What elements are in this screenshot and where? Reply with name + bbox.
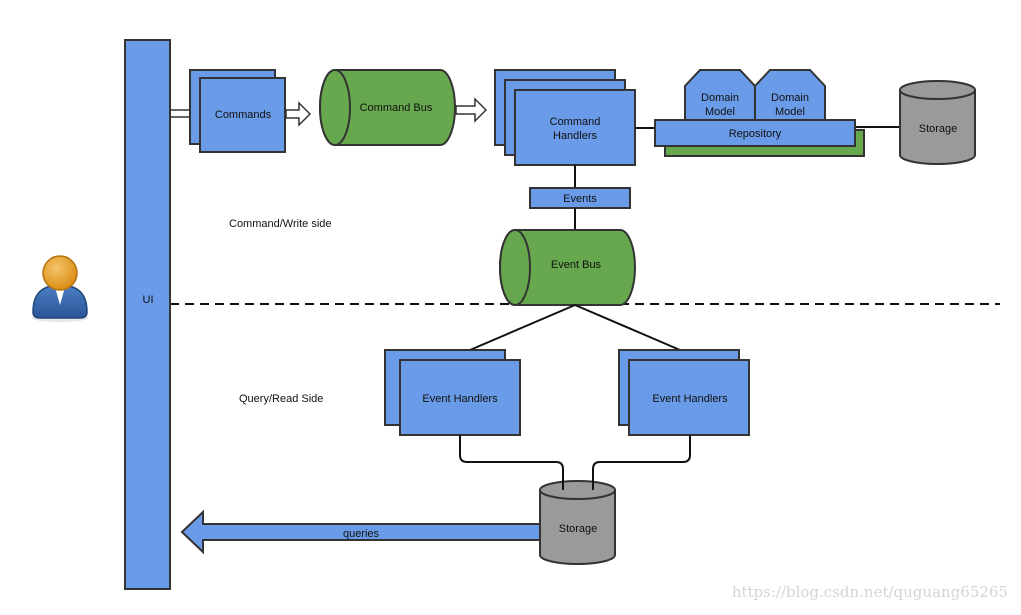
- ui-column: UI: [124, 39, 171, 590]
- event-bus: Event Bus: [499, 229, 636, 306]
- events-box: Events: [529, 187, 631, 209]
- command-bus: Command Bus: [319, 69, 456, 146]
- command-handlers-box: Command Handlers: [494, 69, 636, 166]
- watermark-text: https://blog.csdn.net/quguang65265: [732, 583, 1008, 601]
- event-handlers-2-label: Event Handlers: [652, 393, 728, 405]
- commands-box: Commands: [189, 69, 286, 153]
- read-storage-label: Storage: [559, 523, 598, 535]
- cqrs-diagram: UI Command/Write side Query/Read Side Co…: [32, 39, 1008, 601]
- queries-arrow: queries: [180, 509, 541, 555]
- commands-label: Commands: [215, 109, 272, 121]
- domain-model-1: Domain Model: [684, 69, 756, 121]
- event-handlers-1-label: Event Handlers: [422, 393, 498, 405]
- domain-model-2-line2: Model: [775, 106, 805, 118]
- events-label: Events: [563, 193, 597, 205]
- event-handlers-1: Event Handlers: [384, 349, 521, 436]
- event-handlers-2: Event Handlers: [618, 349, 750, 436]
- domain-model-1-line2: Model: [705, 106, 735, 118]
- user-avatar-icon: [32, 255, 88, 322]
- read-storage: Storage: [539, 470, 616, 565]
- command-bus-label: Command Bus: [360, 102, 433, 114]
- read-side-label: Query/Read Side: [239, 393, 323, 405]
- commands-to-bus-arrow: [285, 101, 312, 127]
- bus-handler1-connector: [469, 304, 576, 351]
- domain-model-2: Domain Model: [754, 69, 826, 121]
- domain-model-1-line1: Domain: [701, 92, 739, 104]
- repository-box: Repository: [654, 119, 865, 157]
- repository-label: Repository: [729, 128, 782, 140]
- write-side-label: Command/Write side: [229, 218, 332, 230]
- handler2-storage-connector: [592, 435, 691, 490]
- write-storage: Storage: [899, 80, 976, 165]
- handler1-storage-connector: [459, 435, 564, 490]
- queries-label: queries: [343, 528, 380, 540]
- write-storage-label: Storage: [919, 123, 958, 135]
- bus-to-handlers-arrow: [455, 97, 488, 123]
- ui-to-commands-arrow: [171, 109, 191, 118]
- command-handlers-label-line2: Handlers: [553, 130, 598, 142]
- ui-label: UI: [143, 294, 154, 306]
- bus-handler2-connector: [574, 304, 681, 351]
- command-handlers-label-line1: Command: [550, 116, 601, 128]
- domain-model-2-line1: Domain: [771, 92, 809, 104]
- event-bus-label: Event Bus: [551, 259, 602, 271]
